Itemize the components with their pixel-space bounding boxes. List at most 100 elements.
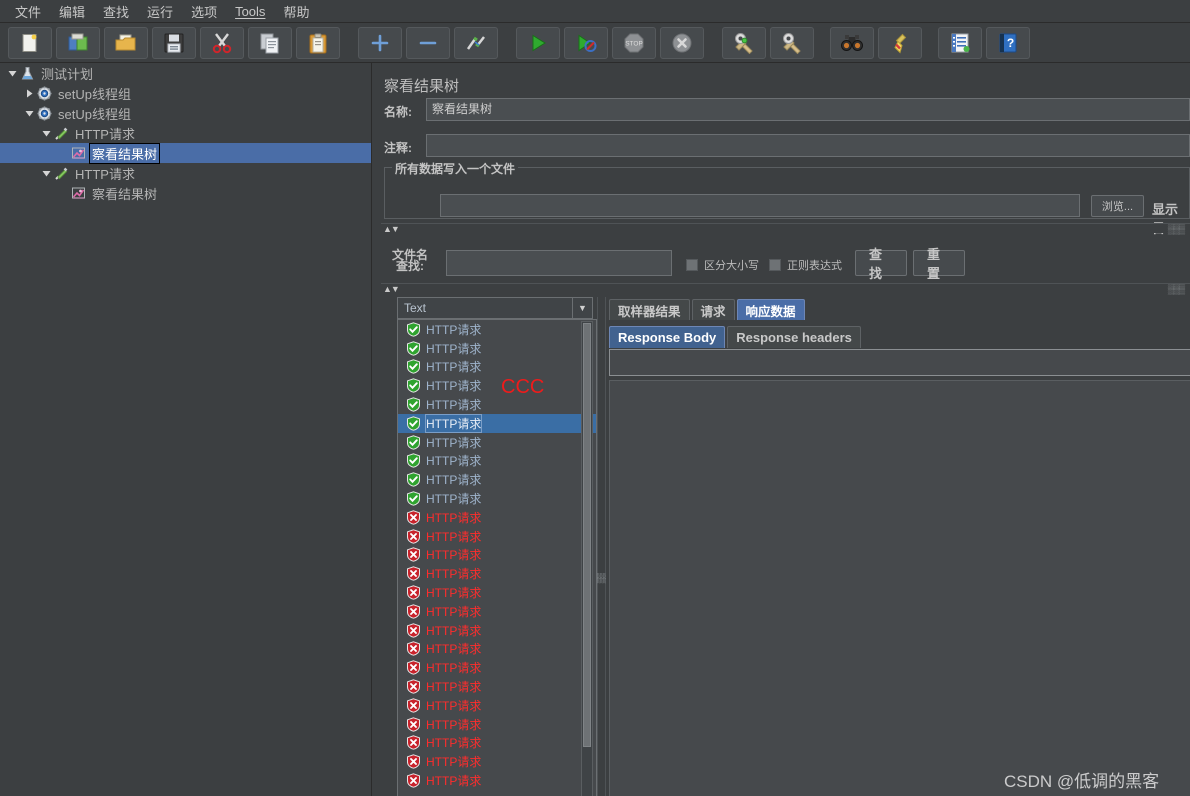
result-row[interactable]: HTTP请求 bbox=[398, 527, 596, 546]
new-button[interactable] bbox=[8, 26, 52, 59]
result-row[interactable]: HTTP请求 bbox=[398, 413, 596, 433]
shutdown-button[interactable] bbox=[660, 26, 704, 59]
start-button[interactable] bbox=[516, 26, 560, 59]
case-sensitive-checkbox[interactable]: 区分大小写 bbox=[686, 257, 759, 273]
search-input[interactable] bbox=[446, 250, 672, 276]
results-list-scrollbar[interactable] bbox=[581, 321, 593, 796]
result-row[interactable]: HTTP请求 bbox=[398, 734, 596, 753]
toolbar: STOP? bbox=[0, 23, 1190, 63]
regex-box-icon[interactable] bbox=[769, 259, 781, 271]
menu-item-6[interactable]: Tools bbox=[226, 2, 274, 21]
result-tab-3[interactable]: 响应数据 bbox=[736, 299, 805, 320]
renderer-combo[interactable]: Text ▼ bbox=[397, 297, 593, 319]
start-no-pauses-button[interactable] bbox=[564, 26, 608, 59]
comment-input[interactable] bbox=[426, 134, 1190, 157]
filename-input[interactable] bbox=[440, 194, 1080, 217]
copy-button[interactable] bbox=[248, 26, 292, 59]
result-row[interactable]: HTTP请求 bbox=[398, 508, 596, 527]
result-row[interactable]: HTTP请求 bbox=[398, 433, 596, 452]
tree-node-6[interactable]: HTTP请求 bbox=[0, 163, 371, 183]
menu-item-2[interactable]: 编辑 bbox=[50, 0, 94, 23]
response-body-area[interactable] bbox=[609, 380, 1190, 796]
paste-button[interactable] bbox=[296, 26, 340, 59]
result-row[interactable]: HTTP请求 bbox=[398, 452, 596, 471]
chevron-right-icon[interactable] bbox=[23, 83, 36, 103]
splitter-arrows-2-icon[interactable]: ▲▼ bbox=[383, 284, 400, 294]
result-row[interactable]: HTTP请求 bbox=[398, 677, 596, 696]
tree-node-1[interactable]: 测试计划 bbox=[0, 63, 371, 83]
chevron-down-icon[interactable]: ▼ bbox=[572, 298, 592, 318]
response-tabs[interactable]: Response Body Response headers bbox=[609, 326, 863, 348]
tree-node-2[interactable]: setUp线程组 bbox=[0, 83, 371, 103]
stop-button[interactable]: STOP bbox=[612, 26, 656, 59]
result-row[interactable]: HTTP请求 bbox=[398, 376, 596, 395]
results-list[interactable]: HTTP请求 HTTP请求 HTTP请求 HTTP请求 HTTP请求 HTTP请求 HTTP… bbox=[397, 319, 597, 796]
menu-item-4[interactable]: 运行 bbox=[138, 0, 182, 23]
open-button[interactable] bbox=[104, 26, 148, 59]
templates-button[interactable] bbox=[56, 26, 100, 59]
result-tab-1[interactable]: 取样器结果 bbox=[609, 299, 690, 320]
menu-item-5[interactable]: 选项 bbox=[182, 0, 226, 23]
tree-node-label: setUp线程组 bbox=[58, 106, 131, 122]
result-row[interactable]: HTTP请求 bbox=[398, 621, 596, 640]
result-row[interactable]: HTTP请求 bbox=[398, 640, 596, 659]
results-scroll-thumb[interactable] bbox=[583, 323, 591, 747]
clear-all-button[interactable] bbox=[770, 26, 814, 59]
reset-button[interactable]: 重置 bbox=[913, 247, 965, 281]
name-input[interactable]: 察看结果树 bbox=[426, 98, 1190, 121]
result-row[interactable]: HTTP请求 bbox=[398, 602, 596, 621]
tree-node-4[interactable]: HTTP请求 bbox=[0, 123, 371, 143]
clear-button[interactable] bbox=[722, 26, 766, 59]
chevron-down-icon[interactable] bbox=[40, 163, 53, 183]
result-row[interactable]: HTTP请求 bbox=[398, 358, 596, 377]
result-tab-2[interactable]: 请求 bbox=[691, 299, 735, 320]
chevron-down-icon[interactable] bbox=[6, 63, 19, 83]
result-row[interactable]: HTTP请求 bbox=[398, 715, 596, 734]
toggle-button[interactable] bbox=[454, 26, 498, 59]
collapse-all-button[interactable] bbox=[406, 26, 450, 59]
menu-item-7[interactable]: 帮助 bbox=[274, 0, 318, 23]
error-shield-icon bbox=[406, 604, 421, 619]
reset-search-button[interactable] bbox=[878, 26, 922, 59]
response-tab-1[interactable]: Response Body bbox=[609, 326, 726, 348]
menu-item-1[interactable]: 文件 bbox=[6, 0, 50, 23]
response-find-input[interactable] bbox=[609, 349, 1190, 376]
result-row[interactable]: HTTP请求 bbox=[398, 564, 596, 583]
tree-node-7[interactable]: 察看结果树 bbox=[0, 183, 371, 203]
result-row[interactable]: HTTP请求 bbox=[398, 752, 596, 771]
result-row[interactable]: HTTP请求 bbox=[398, 395, 596, 414]
splitter-upper[interactable]: ▲▼ ▒▒▒ bbox=[381, 223, 1190, 234]
result-row[interactable]: HTTP请求 bbox=[398, 339, 596, 358]
result-row[interactable]: HTTP请求 bbox=[398, 583, 596, 602]
tree-node-5[interactable]: 察看结果树 bbox=[0, 142, 371, 164]
result-tabs[interactable]: 取样器结果 请求 响应数据 bbox=[609, 299, 807, 320]
test-plan-tree[interactable]: 测试计划 setUp线程组 setUp线程组 HTTP请求 察看结果树 HTTP请求 察看结… bbox=[0, 63, 372, 796]
splitter-arrows-icon[interactable]: ▲▼ bbox=[383, 224, 400, 234]
case-sensitive-box-icon[interactable] bbox=[686, 259, 698, 271]
expand-all-button[interactable] bbox=[358, 26, 402, 59]
result-row[interactable]: HTTP请求 bbox=[398, 489, 596, 508]
save-button[interactable] bbox=[152, 26, 196, 59]
vertical-splitter[interactable]: ▒▒ bbox=[597, 297, 606, 796]
menu-item-3[interactable]: 查找 bbox=[94, 0, 138, 23]
cut-button[interactable] bbox=[200, 26, 244, 59]
result-row[interactable]: HTTP请求 bbox=[398, 320, 596, 339]
splitter-lower[interactable]: ▲▼ ▒▒▒ bbox=[381, 283, 1190, 294]
result-row[interactable]: HTTP请求 bbox=[398, 771, 596, 790]
result-row[interactable]: HTTP请求 bbox=[398, 470, 596, 489]
function-helper-button[interactable] bbox=[938, 26, 982, 59]
browse-button[interactable]: 浏览... bbox=[1091, 195, 1144, 217]
regex-checkbox[interactable]: 正则表达式 bbox=[769, 257, 842, 273]
result-row[interactable]: HTTP请求 bbox=[398, 658, 596, 677]
search-button[interactable] bbox=[830, 26, 874, 59]
chevron-down-icon[interactable] bbox=[40, 123, 53, 143]
error-shield-icon bbox=[406, 510, 421, 525]
chevron-down-icon[interactable] bbox=[23, 103, 36, 123]
broom-icon bbox=[889, 32, 911, 54]
result-row[interactable]: HTTP请求 bbox=[398, 546, 596, 565]
tree-node-3[interactable]: setUp线程组 bbox=[0, 103, 371, 123]
help-button[interactable]: ? bbox=[986, 26, 1030, 59]
find-button[interactable]: 查找 bbox=[855, 247, 907, 281]
result-row[interactable]: HTTP请求 bbox=[398, 696, 596, 715]
response-tab-2[interactable]: Response headers bbox=[727, 326, 861, 348]
